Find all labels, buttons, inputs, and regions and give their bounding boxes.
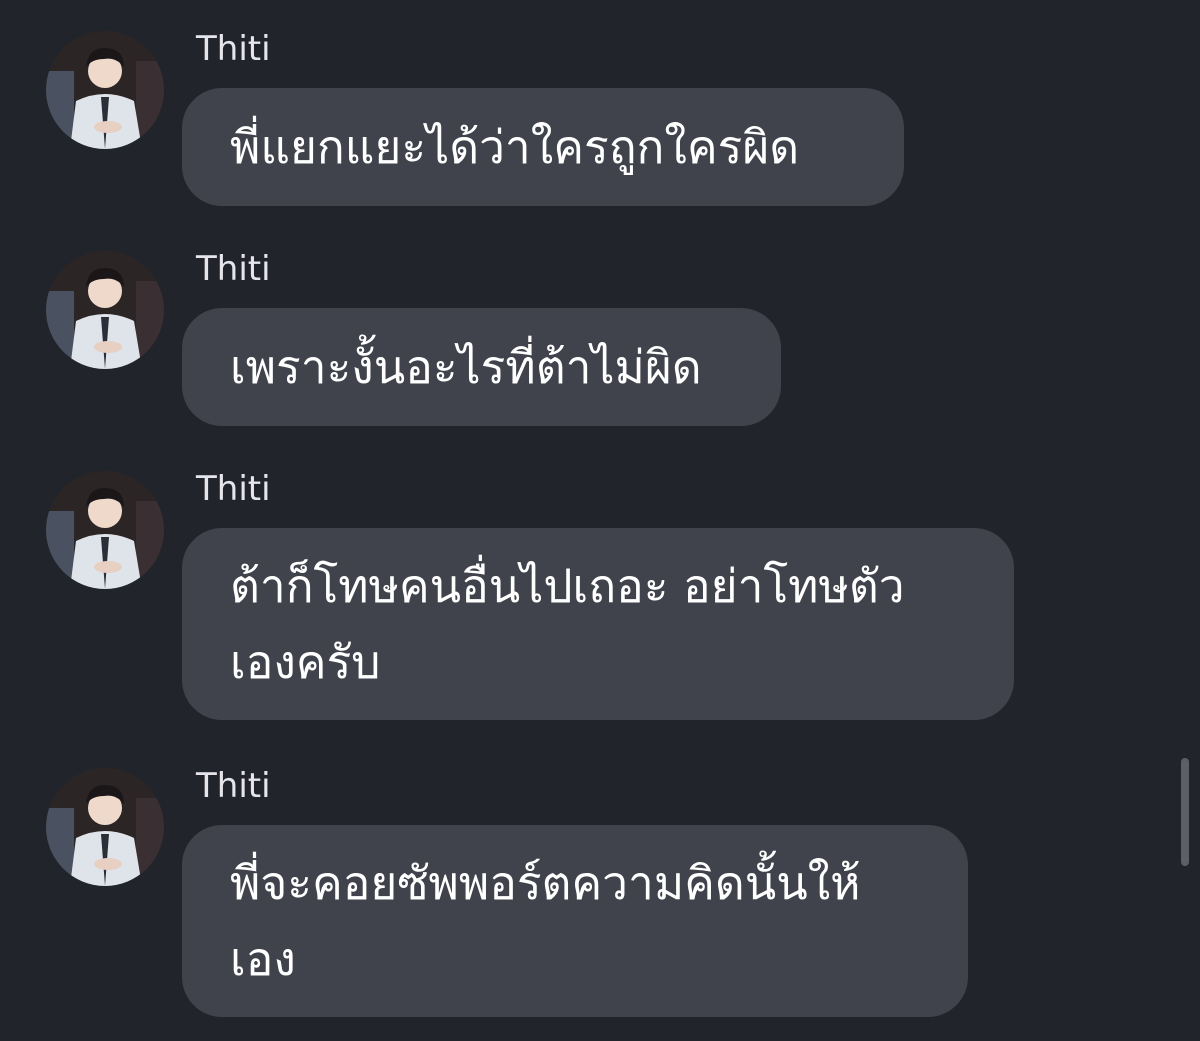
profile-photo-icon [46,251,164,369]
message-text: เพราะงั้นอะไรที่ต้าไม่ผิด [230,340,702,394]
message-text: เอง [230,932,296,986]
avatar[interactable] [46,768,164,886]
scrollbar[interactable] [1181,758,1189,866]
sender-name: Thiti [196,469,271,509]
profile-photo-icon [46,471,164,589]
message-bubble[interactable]: เพราะงั้นอะไรที่ต้าไม่ผิด [182,308,781,426]
message-text: เองครับ [230,635,381,689]
profile-photo-icon [46,768,164,886]
sender-name: Thiti [196,249,271,289]
message-bubble[interactable]: ต้าก็โทษคนอื่นไปเถอะ อย่าโทษตัว เองครับ [182,528,1014,720]
sender-name: Thiti [196,766,271,806]
sender-name: Thiti [196,29,271,69]
message-bubble[interactable]: พี่จะคอยซัพพอร์ตความคิดนั้นให้ เอง [182,825,968,1017]
message-text: พี่จะคอยซัพพอร์ตความคิดนั้นให้ [230,856,861,910]
message-text: พี่แยกแยะได้ว่าใครถูกใครผิด [230,120,800,174]
profile-photo-icon [46,31,164,149]
avatar[interactable] [46,31,164,149]
avatar[interactable] [46,471,164,589]
message-text: ต้าก็โทษคนอื่นไปเถอะ อย่าโทษตัว [230,559,905,613]
message-bubble[interactable]: พี่แยกแยะได้ว่าใครถูกใครผิด [182,88,904,206]
avatar[interactable] [46,251,164,369]
